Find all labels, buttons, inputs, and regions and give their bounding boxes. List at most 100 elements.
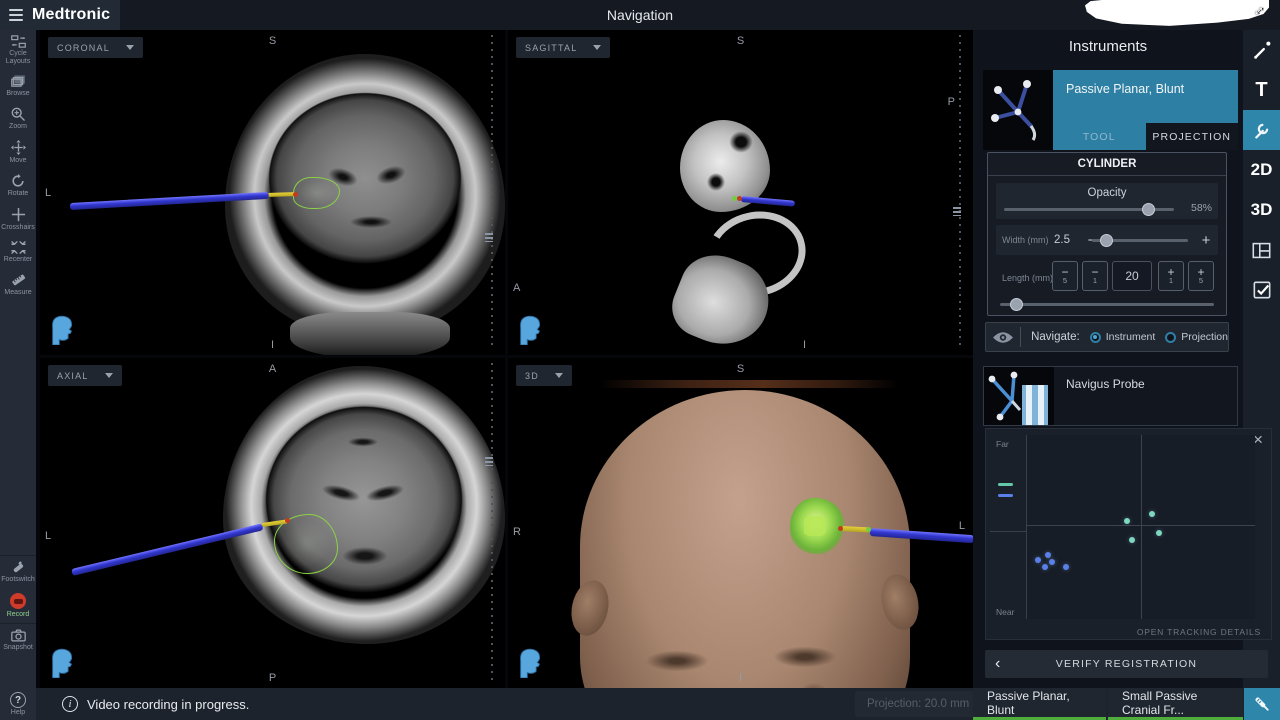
sidebar-item-cycle-layouts[interactable]: Cycle Layouts	[0, 30, 36, 70]
recenter-icon	[11, 241, 26, 254]
sidebar-item-recenter[interactable]: Recenter	[0, 236, 36, 268]
viewport-axial[interactable]: AXIAL A L P	[40, 358, 505, 688]
navigus-probe-card[interactable]: Navigus Probe	[983, 366, 1238, 426]
bottom-tool-secondary[interactable]: Small Passive Cranial Fr...	[1108, 688, 1243, 720]
slice-scrollbar[interactable]	[489, 363, 493, 683]
radio-selected-icon	[1090, 332, 1101, 343]
sidebar-item-zoom[interactable]: Zoom	[0, 102, 36, 135]
3d-scalp-edge	[598, 380, 898, 388]
orientation-label-left: L	[959, 520, 965, 532]
width-slider-knob[interactable]	[1100, 234, 1113, 247]
orientation-label-left: L	[45, 530, 51, 542]
slice-scrollbar[interactable]	[489, 35, 493, 350]
probe-point-sagittal	[737, 196, 742, 201]
navigate-option-instrument[interactable]: Instrument	[1090, 331, 1156, 343]
browse-icon	[11, 75, 25, 88]
length-slider-knob[interactable]	[1010, 298, 1023, 311]
instrument-panel-toggle-button[interactable]	[1244, 688, 1280, 720]
text-annotation-button[interactable]: T	[1243, 70, 1280, 110]
trajectory-icon	[1252, 40, 1272, 60]
sidebar-item-help[interactable]: ? Help	[0, 688, 36, 720]
trajectory-tool-button[interactable]	[1243, 30, 1280, 70]
bottom-tool-primary[interactable]: Passive Planar, Blunt	[973, 688, 1106, 720]
tracking-point	[1049, 559, 1055, 565]
tool-sidebar: Cycle Layouts Browse Zoom Move	[0, 30, 36, 688]
verify-registration-button[interactable]: ‹ VERIFY REGISTRATION	[985, 650, 1268, 678]
record-icon	[10, 593, 26, 609]
length-plus-5-button[interactable]: + 5	[1188, 261, 1214, 291]
chevron-down-icon	[555, 373, 563, 378]
orientation-label-superior: S	[269, 35, 276, 47]
sidebar-item-rotate[interactable]: Rotate	[0, 169, 36, 202]
axial-view-selector[interactable]: AXIAL	[48, 365, 122, 386]
orientation-label-superior: S	[737, 363, 744, 375]
visibility-toggle[interactable]	[986, 327, 1021, 347]
snapshot-icon	[11, 629, 26, 642]
probe-point-axial	[285, 518, 290, 523]
navigate-option-projection[interactable]: Projection	[1165, 331, 1228, 343]
opacity-value: 58%	[1191, 202, 1212, 214]
sidebar-item-browse[interactable]: Browse	[0, 70, 36, 102]
opacity-label: Opacity	[996, 187, 1218, 199]
chevron-down-icon	[126, 45, 134, 50]
orientation-label-inferior: I	[271, 339, 274, 351]
length-plus-1-button[interactable]: + 1	[1158, 261, 1184, 291]
orientation-label-inferior: I	[803, 339, 806, 351]
length-slider[interactable]	[1000, 303, 1214, 306]
viewport-3d[interactable]: 3D S R L I	[508, 358, 973, 688]
opacity-row: Opacity 58%	[996, 183, 1218, 219]
layout-button[interactable]	[1243, 230, 1280, 270]
active-instrument-name: Passive Planar, Blunt	[1066, 82, 1184, 96]
length-minus-5-button[interactable]: − 5	[1052, 261, 1078, 291]
length-minus-1-button[interactable]: − 1	[1082, 261, 1108, 291]
viewport-sagittal[interactable]: SAGITTAL S A P I	[508, 30, 973, 355]
tab-projection[interactable]: PROJECTION	[1146, 123, 1239, 150]
sidebar-item-crosshairs[interactable]: Crosshairs	[0, 202, 36, 236]
3d-view-selector[interactable]: 3D	[516, 365, 572, 386]
orientation-head-icon	[516, 647, 543, 678]
axial-mri-image	[223, 366, 505, 644]
3d-view-button[interactable]: 3D	[1243, 190, 1280, 230]
hamburger-menu-icon[interactable]	[9, 9, 23, 21]
status-message: i Video recording in progress.	[62, 696, 249, 712]
target-core-3d	[804, 516, 826, 536]
width-row: Width (mm) 2.5 − +	[996, 225, 1218, 255]
cycle-layouts-icon	[11, 35, 26, 48]
tools-button[interactable]	[1243, 110, 1280, 150]
coronal-view-selector[interactable]: CORONAL	[48, 37, 143, 58]
sagittal-view-selector[interactable]: SAGITTAL	[516, 37, 610, 58]
sidebar-item-snapshot[interactable]: Snapshot	[0, 623, 36, 656]
width-plus-button[interactable]: +	[1196, 232, 1216, 249]
sidebar-item-move[interactable]: Move	[0, 135, 36, 169]
sidebar-item-record[interactable]: Record	[0, 588, 36, 623]
opacity-slider-knob[interactable]	[1142, 203, 1155, 216]
sidebar-item-footswitch[interactable]: Footswitch	[0, 555, 36, 588]
checklist-button[interactable]	[1243, 270, 1280, 310]
orientation-label-anterior: A	[269, 363, 276, 375]
instrument-tabs: TOOL PROJECTION	[1053, 123, 1238, 150]
tracking-point	[1156, 530, 1162, 536]
tracking-view-panel: × Far Near OPEN TRACKING DETAILS	[985, 428, 1272, 640]
tracking-point	[1124, 518, 1130, 524]
open-tracking-details-link[interactable]: OPEN TRACKING DETAILS	[1137, 627, 1261, 637]
tab-tool[interactable]: TOOL	[1053, 123, 1146, 150]
viewport-coronal[interactable]: CORONAL S L I	[40, 30, 505, 355]
tracking-point	[1149, 511, 1155, 517]
length-row: Length (mm) − 5 − 1 20 + 1 + 5	[996, 261, 1218, 309]
tracking-point	[1063, 564, 1069, 570]
orientation-label-superior: S	[737, 35, 744, 47]
cylinder-title: CYLINDER	[988, 153, 1226, 176]
sidebar-item-measure[interactable]: Measure	[0, 268, 36, 301]
probe-icon	[1252, 694, 1272, 714]
tracking-crosshair-horizontal	[1027, 525, 1255, 526]
medtronic-logo: Medtronic	[32, 6, 110, 24]
chevron-left-icon: ‹	[995, 651, 1000, 677]
tracking-plot	[1027, 435, 1255, 619]
orientation-label-posterior: P	[948, 96, 955, 108]
navigate-label: Navigate:	[1031, 331, 1080, 343]
chevron-down-icon	[105, 373, 113, 378]
width-value: 2.5	[1054, 234, 1082, 246]
slice-scrollbar[interactable]	[957, 35, 961, 350]
chevron-down-icon	[593, 45, 601, 50]
2d-view-button[interactable]: 2D	[1243, 150, 1280, 190]
